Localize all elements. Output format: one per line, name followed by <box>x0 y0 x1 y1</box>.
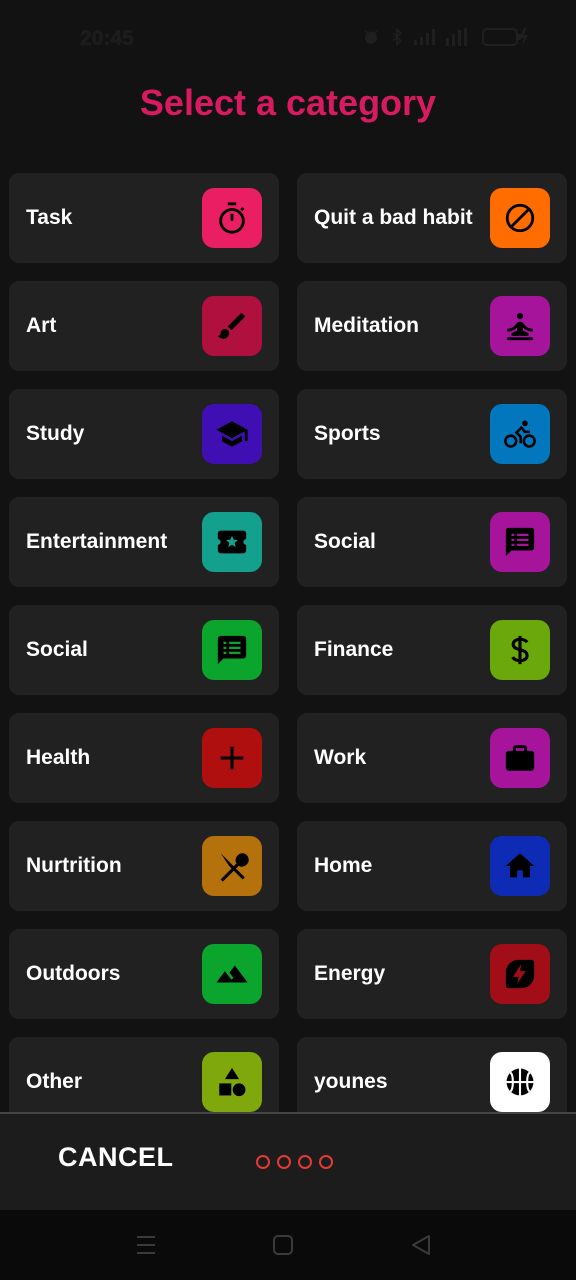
category-label: Energy <box>314 962 386 985</box>
category-card-finance[interactable]: Finance <box>297 605 567 695</box>
category-label: younes <box>314 1070 388 1093</box>
category-label: Social <box>26 638 88 661</box>
chat-icon <box>202 620 262 680</box>
bicycle-icon <box>490 404 550 464</box>
bottom-action-bar: CANCEL <box>0 1112 576 1210</box>
square-icon <box>273 1235 293 1255</box>
home-icon <box>490 836 550 896</box>
page-indicator <box>256 1155 333 1169</box>
brush-icon <box>202 296 262 356</box>
category-label: Finance <box>314 638 394 661</box>
chat-icon <box>490 512 550 572</box>
category-label: Health <box>26 746 91 769</box>
mountains-icon <box>202 944 262 1004</box>
bluetooth-icon <box>392 28 402 46</box>
category-label: Work <box>314 746 367 769</box>
system-nav-bar <box>0 1210 576 1280</box>
page-title: Select a category <box>139 82 437 123</box>
category-card-outdoors[interactable]: Outdoors <box>9 929 279 1019</box>
category-card-quit-a-bad-habit[interactable]: Quit a bad habit <box>297 173 567 263</box>
nav-back-button[interactable] <box>408 1232 434 1258</box>
category-card-entertainment[interactable]: Entertainment <box>9 497 279 587</box>
category-label: Study <box>26 422 85 445</box>
page-dot <box>298 1155 312 1169</box>
category-label: Sports <box>314 422 381 445</box>
utensils-icon <box>202 836 262 896</box>
ticket-star-icon <box>202 512 262 572</box>
category-label: Entertainment <box>26 530 168 553</box>
page-dot <box>319 1155 333 1169</box>
category-card-work[interactable]: Work <box>297 713 567 803</box>
nav-home-button[interactable] <box>270 1232 296 1258</box>
category-label: Meditation <box>314 314 419 337</box>
category-card-health[interactable]: Health <box>9 713 279 803</box>
menu-icon <box>137 1236 155 1254</box>
briefcase-icon <box>490 728 550 788</box>
signal-icon <box>414 29 435 45</box>
category-label: Outdoors <box>26 962 121 985</box>
category-card-sports[interactable]: Sports <box>297 389 567 479</box>
category-card-study[interactable]: Study <box>9 389 279 479</box>
category-card-other[interactable]: Other <box>9 1037 279 1112</box>
category-card-meditation[interactable]: Meditation <box>297 281 567 371</box>
page-dot <box>277 1155 291 1169</box>
category-card-social[interactable]: Social <box>9 605 279 695</box>
category-card-nurtrition[interactable]: Nurtrition <box>9 821 279 911</box>
status-time: 20:45 <box>80 27 134 50</box>
cancel-button[interactable]: CANCEL <box>58 1142 174 1173</box>
stopwatch-icon <box>202 188 262 248</box>
category-label: Other <box>26 1070 83 1093</box>
category-label: Task <box>26 206 73 229</box>
category-label: Nurtrition <box>26 854 122 877</box>
category-label: Social <box>314 530 376 553</box>
category-grid: Task Quit a bad habit Art Meditation Study Sp… <box>9 173 567 1112</box>
energy-icon <box>490 944 550 1004</box>
nav-menu-button[interactable] <box>133 1232 159 1258</box>
block-icon <box>490 188 550 248</box>
category-card-younes[interactable]: younes <box>297 1037 567 1112</box>
category-card-energy[interactable]: Energy <box>297 929 567 1019</box>
category-card-task[interactable]: Task <box>9 173 279 263</box>
page-dot <box>256 1155 270 1169</box>
basketball-icon <box>490 1052 550 1112</box>
category-card-home[interactable]: Home <box>297 821 567 911</box>
category-card-art[interactable]: Art <box>9 281 279 371</box>
plus-icon <box>202 728 262 788</box>
graduation-cap-icon <box>202 404 262 464</box>
status-bar: 20:45 <box>0 0 576 72</box>
signal-strength-icon <box>446 28 467 46</box>
dollar-icon <box>490 620 550 680</box>
status-icons <box>362 28 530 46</box>
shapes-icon <box>202 1052 262 1112</box>
category-card-social[interactable]: Social <box>297 497 567 587</box>
battery-icon <box>482 28 528 46</box>
category-label: Home <box>314 854 373 877</box>
category-label: Art <box>26 314 57 337</box>
category-label: Quit a bad habit <box>314 206 473 229</box>
back-triangle-icon <box>412 1235 430 1255</box>
meditation-icon <box>490 296 550 356</box>
screen: 20:45 Select a category Task Quit a bad h… <box>0 0 576 1280</box>
alarm-icon <box>364 30 378 44</box>
